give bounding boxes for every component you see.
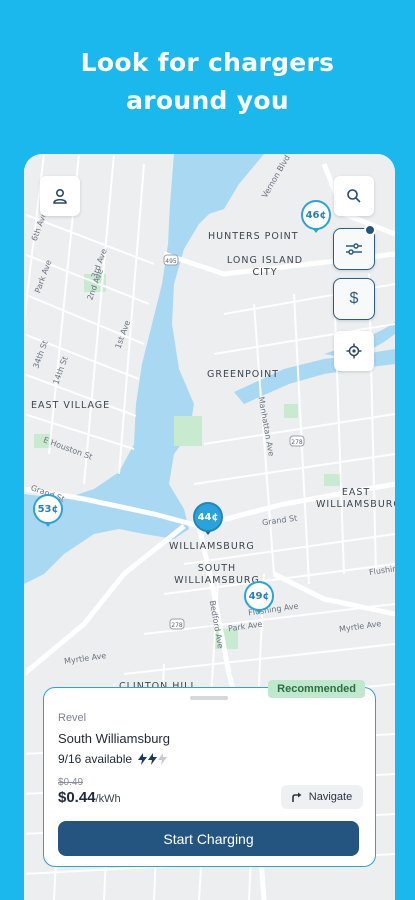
charger-pin[interactable]: 46¢ <box>301 200 331 233</box>
bolt-icon <box>138 753 148 765</box>
profile-button[interactable] <box>40 176 80 216</box>
navigate-label: Navigate <box>308 791 353 803</box>
crosshair-icon <box>346 343 362 359</box>
bolt-icon <box>148 753 158 765</box>
map-label-east-village: EAST VILLAGE <box>31 400 111 411</box>
old-price: $0.49 <box>58 777 84 788</box>
person-icon <box>53 188 67 204</box>
locate-me-button[interactable] <box>334 331 374 371</box>
dollar-icon: $ <box>349 290 359 307</box>
sliders-icon <box>346 243 362 255</box>
headline: Look for chargers around you <box>0 44 415 120</box>
drag-handle[interactable] <box>190 696 228 700</box>
charger-pin-selected[interactable]: 44¢ <box>193 502 223 535</box>
recommended-badge: Recommended <box>268 680 365 698</box>
availability-text: 9/16 available <box>58 752 133 766</box>
availability-row: 9/16 available <box>58 752 168 766</box>
map-label-long-island-city: LONG ISLAND CITY <box>226 255 304 278</box>
bolt-icon <box>158 753 168 765</box>
turn-right-icon <box>291 792 302 802</box>
map-label-williamsburg: WILLIAMSBURG <box>169 541 255 552</box>
headline-line-2: around you <box>126 86 289 115</box>
charger-pin[interactable]: 49¢ <box>244 581 274 614</box>
price-unit: /kWh <box>95 793 121 805</box>
navigate-button[interactable]: Navigate <box>281 785 363 809</box>
station-card[interactable]: Recommended Revel South Williamsburg 9/1… <box>43 680 376 867</box>
filter-active-dot <box>364 224 376 236</box>
charger-pin-price: 49¢ <box>244 581 274 611</box>
highway-shield: 495 <box>165 258 177 265</box>
price-value: $0.44 <box>58 789 96 806</box>
phone-screen: 495 278 278 HUNTERS POINT LONG ISLAND CI… <box>24 154 395 900</box>
search-button[interactable] <box>334 176 374 216</box>
headline-line-1: Look for chargers <box>80 48 335 77</box>
charging-speed-indicator <box>138 753 168 765</box>
map-label-hunters-point: HUNTERS POINT <box>208 231 299 242</box>
charger-pin[interactable]: 53¢ <box>33 494 63 527</box>
highway-shield: 278 <box>171 622 183 629</box>
map-label-east-williamsburg: EAST WILLIAMSBURG <box>316 487 395 510</box>
search-icon <box>347 189 361 203</box>
start-charging-button[interactable]: Start Charging <box>58 821 359 856</box>
price-filter-button[interactable]: $ <box>333 278 375 320</box>
charger-pin-price: 44¢ <box>193 502 223 532</box>
charger-pin-price: 53¢ <box>33 494 63 524</box>
map-label-greenpoint: GREENPOINT <box>207 369 279 380</box>
highway-shield: 278 <box>291 439 303 446</box>
station-name: South Williamsburg <box>58 731 170 746</box>
price: $0.44/kWh <box>58 789 121 806</box>
charger-pin-price: 46¢ <box>301 200 331 230</box>
provider-name: Revel <box>58 712 87 724</box>
